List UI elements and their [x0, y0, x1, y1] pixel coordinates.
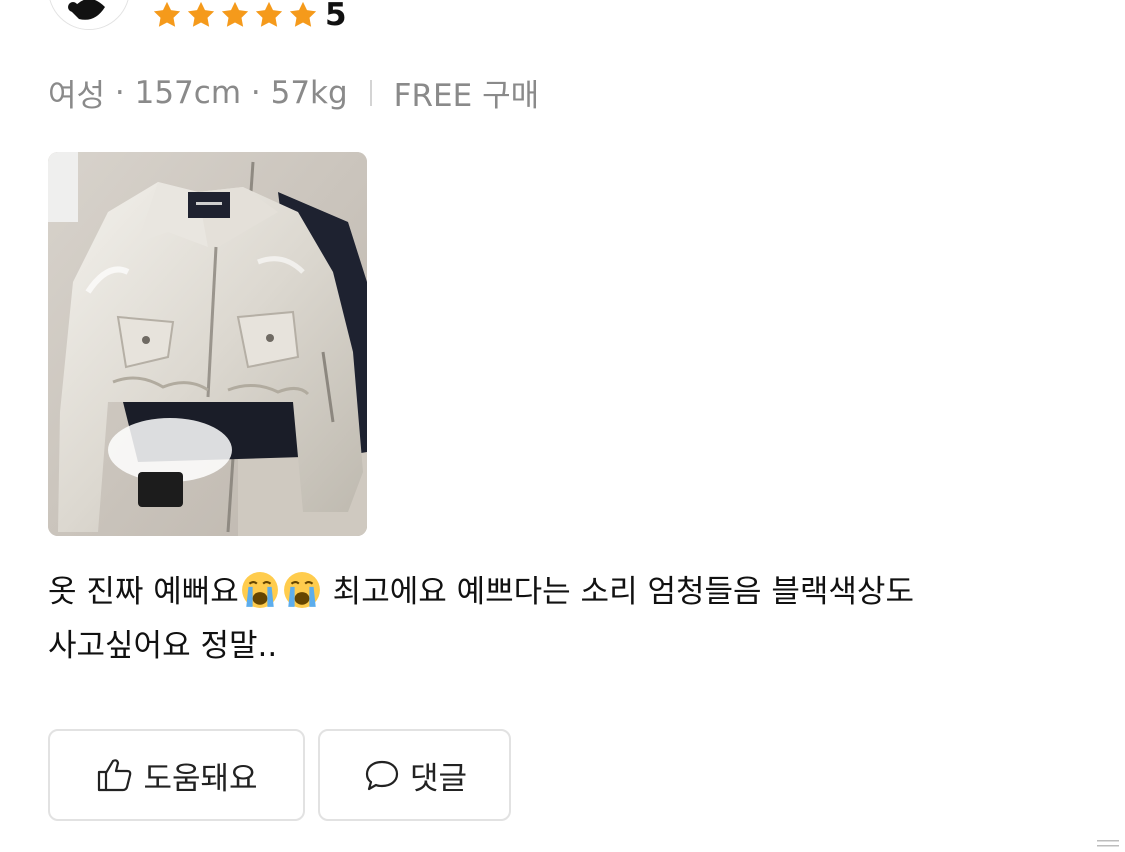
- review-photo[interactable]: [48, 152, 367, 536]
- star-icon: [288, 0, 318, 30]
- review-line-2: 사고싶어요 정말..: [48, 628, 278, 664]
- reviewer-weight: 57kg: [270, 74, 348, 111]
- review-line-1: 옷 진짜 예뻐요 최고에요 예쁘다는 소리 엄청들음 블랙색상도: [48, 565, 1078, 619]
- corner-mark-icon: [1097, 840, 1119, 847]
- speech-bubble-icon: [362, 755, 402, 795]
- helpful-button[interactable]: 도움돼요: [48, 729, 305, 821]
- star-rating: 5: [152, 0, 347, 33]
- reviewer-gender: 여성: [48, 78, 106, 114]
- avatar-logo-icon: [50, 0, 128, 29]
- helpful-label: 도움돼요: [143, 760, 258, 797]
- reviewer-avatar[interactable]: [48, 0, 130, 30]
- reviewer-info: 여성 · 157cm · 57kg FREE 구매: [48, 70, 539, 115]
- rating-value: 5: [325, 0, 347, 33]
- dot-separator: ·: [105, 74, 135, 111]
- comment-button[interactable]: 댓글: [318, 729, 511, 821]
- review-text-part: 옷 진짜 예뻐요: [48, 574, 239, 610]
- reviewer-height: 157cm: [134, 74, 242, 111]
- review-text: 옷 진짜 예뻐요 최고에요 예쁘다는 소리 엄청들음 블랙색상도 사고싶어요 정…: [48, 565, 1078, 673]
- review-text-part: 최고에요 예쁘다는 소리 엄청들음 블랙색상도: [322, 574, 914, 610]
- crying-face-icon: [241, 572, 278, 608]
- crying-face-icon: [283, 572, 320, 608]
- comment-label: 댓글: [409, 760, 468, 797]
- thumbs-up-icon: [95, 755, 135, 795]
- jacket-photo-image: [48, 152, 367, 536]
- star-icon: [254, 0, 284, 30]
- purchase-option: FREE 구매: [393, 78, 540, 114]
- dot-separator: ·: [241, 74, 271, 111]
- divider: [369, 79, 372, 106]
- star-icon: [152, 0, 182, 30]
- star-icon: [186, 0, 216, 30]
- star-icon: [220, 0, 250, 30]
